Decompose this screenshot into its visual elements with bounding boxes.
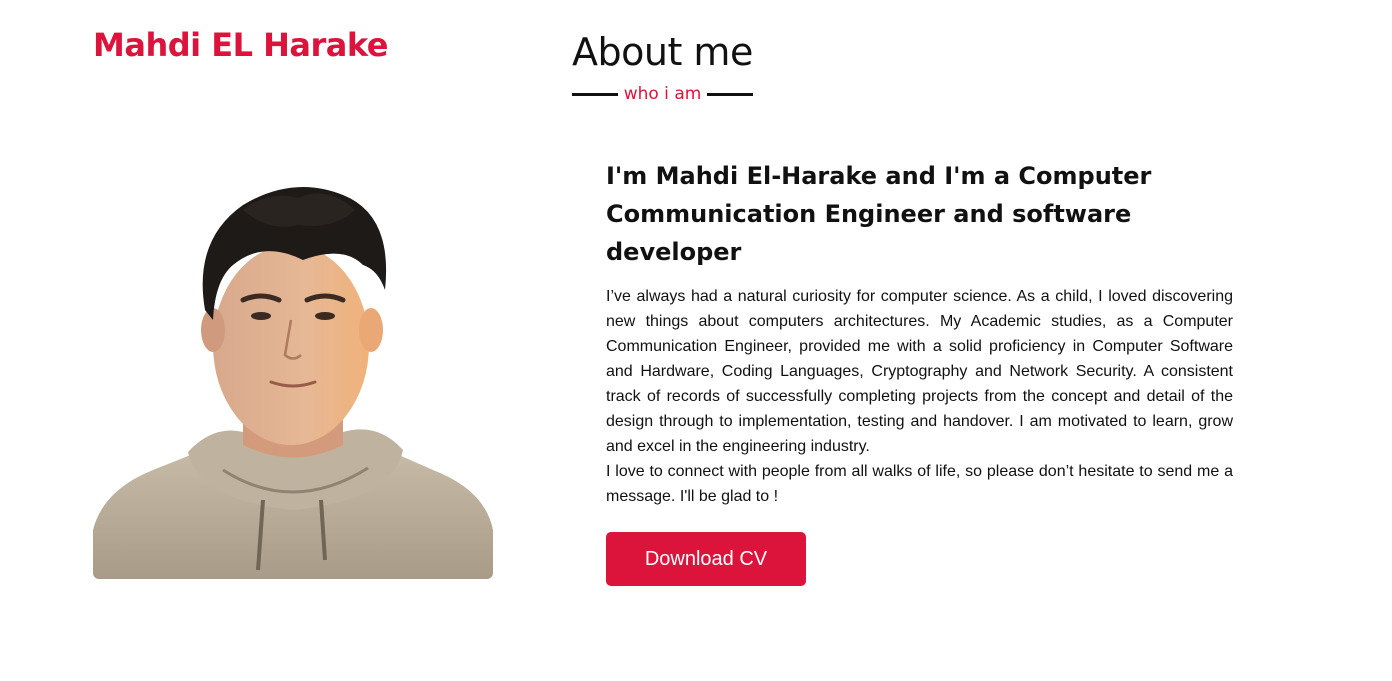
subtitle-text: who i am (623, 84, 702, 104)
about-bio: I’ve always had a natural curiosity for … (606, 284, 1233, 509)
subtitle-divider-left (572, 92, 618, 96)
download-cv-button[interactable]: Download CV (606, 532, 806, 586)
page: Mahdi EL Harake About me who i am I'm Ma… (0, 0, 1392, 681)
subtitle-divider-right (707, 92, 753, 96)
section-title: About me (572, 30, 753, 74)
bio-paragraph: I’ve always had a natural curiosity for … (606, 288, 1233, 455)
profile-photo (93, 170, 493, 579)
about-content: I'm Mahdi El-Harake and I'm a Computer C… (606, 157, 1233, 586)
brand-logo[interactable]: Mahdi EL Harake (93, 26, 389, 64)
bio-paragraph: I love to connect with people from all w… (606, 463, 1233, 505)
about-headline: I'm Mahdi El-Harake and I'm a Computer C… (606, 162, 1152, 266)
section-subtitle: who i am (572, 84, 753, 104)
